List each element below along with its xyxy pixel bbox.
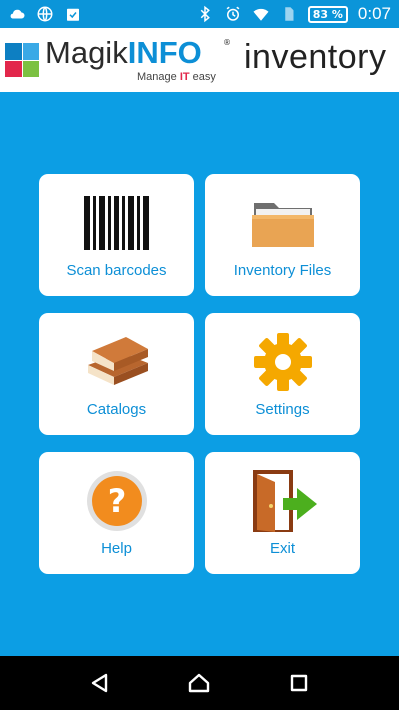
sim-icon [280, 5, 298, 23]
bluetooth-icon [196, 5, 214, 23]
svg-text:?: ? [107, 482, 126, 520]
brand-info: INFO [127, 35, 202, 70]
tagline: Manage IT easy [137, 71, 216, 83]
scan-barcodes-button[interactable]: Scan barcodes [39, 174, 194, 296]
alarm-icon [224, 5, 242, 23]
tagline-post: easy [189, 71, 216, 83]
tile-label-exit: Exit [269, 540, 295, 557]
brand-magik: Magik [45, 35, 128, 70]
books-icon [72, 331, 162, 393]
tagline-it: IT [179, 71, 190, 83]
help-icon: ? [72, 470, 162, 532]
recents-icon[interactable] [281, 665, 317, 701]
home-icon[interactable] [181, 665, 217, 701]
app-header: MagikINFO ® Manage IT easy inventory [0, 28, 399, 92]
tile-label-scan-barcodes: Scan barcodes [66, 262, 167, 279]
clipboard-check-icon [64, 5, 82, 23]
barcode-icon [72, 192, 162, 254]
folder-icon [238, 192, 328, 254]
status-bar: 83 % 0:07 [0, 0, 399, 28]
cloud-icon [8, 5, 26, 23]
clock: 0:07 [357, 4, 391, 23]
inventory-files-button[interactable]: Inventory Files [205, 174, 360, 296]
status-right: 83 % 0:07 [196, 4, 391, 24]
tile-label-help: Help [101, 540, 132, 557]
brand-name: MagikINFO [45, 34, 202, 72]
app-title: inventory [244, 38, 387, 76]
system-nav-bar [0, 656, 399, 710]
tile-label-catalogs: Catalogs [86, 401, 147, 418]
back-icon[interactable] [82, 665, 118, 701]
status-left [8, 5, 82, 23]
catalogs-button[interactable]: Catalogs [39, 313, 194, 435]
gear-icon [238, 331, 328, 393]
magikinfo-logo-icon [5, 43, 39, 77]
help-button[interactable]: ? Help [39, 452, 194, 574]
battery-indicator: 83 % [307, 5, 348, 23]
tagline-pre: Manage [137, 71, 180, 83]
globe-icon [36, 5, 54, 23]
registered-mark: ® [223, 38, 231, 47]
settings-button[interactable]: Settings [205, 313, 360, 435]
tile-label-settings: Settings [255, 401, 310, 418]
tile-label-inventory-files: Inventory Files [233, 262, 332, 279]
exit-button[interactable]: Exit [205, 452, 360, 574]
brand-logo: MagikINFO ® Manage IT easy [45, 32, 231, 88]
wifi-icon [252, 5, 270, 23]
exit-door-icon [238, 470, 328, 532]
